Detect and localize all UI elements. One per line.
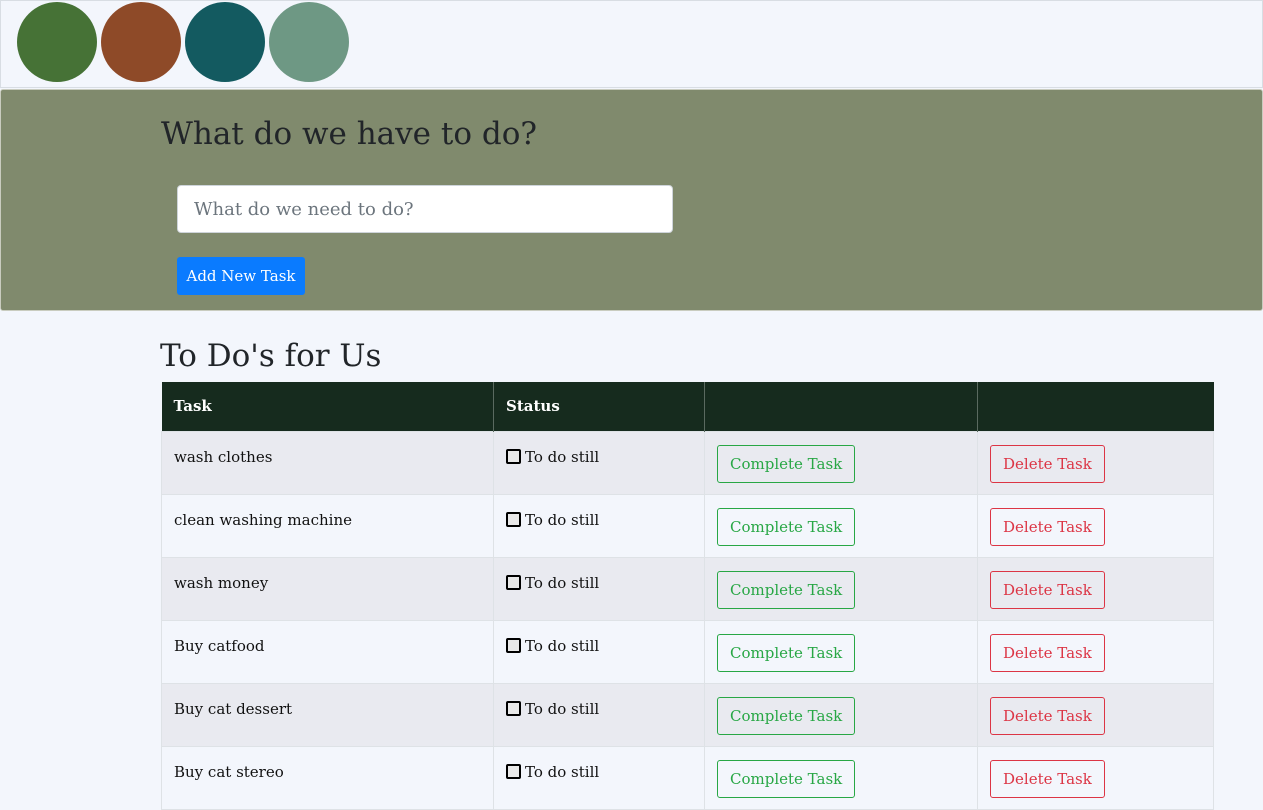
status-cell: To do still [493,493,705,558]
color-swatch [101,2,181,82]
table-row: Buy catfood To do still Complete Task Delet… [161,619,1214,684]
complete-task-button[interactable]: Complete Task [717,444,856,483]
color-swatch [269,2,349,82]
complete-task-button[interactable]: Complete Task [717,696,856,735]
delete-cell: Delete Task [977,682,1214,747]
delete-task-button[interactable]: Delete Task [990,570,1105,609]
checkbox-icon [506,448,521,464]
table-row: Buy cat stereo To do still Complete Task De… [161,745,1214,810]
delete-cell: Delete Task [977,745,1214,810]
complete-cell: Complete Task [704,745,978,810]
delete-cell: Delete Task [977,430,1214,495]
todo-table-body: wash clothes To do still Complete Task Dele… [161,430,1214,810]
task-cell: Buy cat dessert [161,682,494,747]
task-status: To do still [525,636,600,655]
task-cell: wash money [161,556,494,621]
page-title: What do we have to do? [161,116,537,152]
table-row: wash money To do still Complete Task Delete… [161,556,1214,621]
new-task-input[interactable] [177,185,673,233]
task-name: wash money [174,573,269,592]
table-row: wash clothes To do still Complete Task Dele… [161,430,1214,495]
add-new-task-button[interactable]: Add New Task [177,257,305,295]
todo-table: Task Status wash clothes To do still Compl… [161,382,1214,810]
delete-task-button[interactable]: Delete Task [990,444,1105,483]
task-status: To do still [525,762,600,781]
status-cell: To do still [493,682,705,747]
task-name: clean washing machine [174,510,352,529]
task-status: To do still [525,573,600,592]
column-header-complete [704,382,978,431]
color-palette-bar [0,0,1263,88]
status-cell: To do still [493,619,705,684]
task-status: To do still [525,510,600,529]
checkbox-icon [506,511,521,527]
checkbox-icon [506,700,521,716]
checkbox-icon [506,574,521,590]
complete-task-button[interactable]: Complete Task [717,759,856,798]
task-cell: Buy catfood [161,619,494,684]
complete-task-button[interactable]: Complete Task [717,570,856,609]
checkbox-icon [506,763,521,779]
table-row: clean washing machine To do still Complete… [161,493,1214,558]
complete-cell: Complete Task [704,430,978,495]
complete-cell: Complete Task [704,556,978,621]
status-cell: To do still [493,430,705,495]
complete-cell: Complete Task [704,682,978,747]
task-name: Buy cat dessert [174,699,293,718]
delete-task-button[interactable]: Delete Task [990,696,1105,735]
table-row: Buy cat dessert To do still Complete Task D… [161,682,1214,747]
task-status: To do still [525,447,600,466]
color-swatch [17,2,97,82]
delete-cell: Delete Task [977,619,1214,684]
todo-list-title: To Do's for Us [160,338,382,374]
complete-cell: Complete Task [704,619,978,684]
task-cell: clean washing machine [161,493,494,558]
task-name: Buy catfood [174,636,265,655]
column-header-delete [978,382,1214,431]
delete-task-button[interactable]: Delete Task [990,507,1105,546]
task-status: To do still [525,699,600,718]
status-cell: To do still [493,556,705,621]
delete-cell: Delete Task [977,556,1214,621]
column-header-status: Status [493,382,705,431]
delete-cell: Delete Task [977,493,1214,558]
new-task-panel: What do we have to do? Add New Task [0,89,1263,311]
delete-task-button[interactable]: Delete Task [990,633,1105,672]
table-header-row: Task Status [161,382,1214,431]
complete-task-button[interactable]: Complete Task [717,633,856,672]
checkbox-icon [506,637,521,653]
status-cell: To do still [493,745,705,810]
complete-cell: Complete Task [704,493,978,558]
task-cell: wash clothes [161,430,494,495]
task-name: wash clothes [174,447,273,466]
color-swatch [185,2,265,82]
delete-task-button[interactable]: Delete Task [990,759,1105,798]
complete-task-button[interactable]: Complete Task [717,507,856,546]
task-name: Buy cat stereo [174,762,284,781]
task-cell: Buy cat stereo [161,745,494,810]
column-header-task: Task [161,382,494,431]
